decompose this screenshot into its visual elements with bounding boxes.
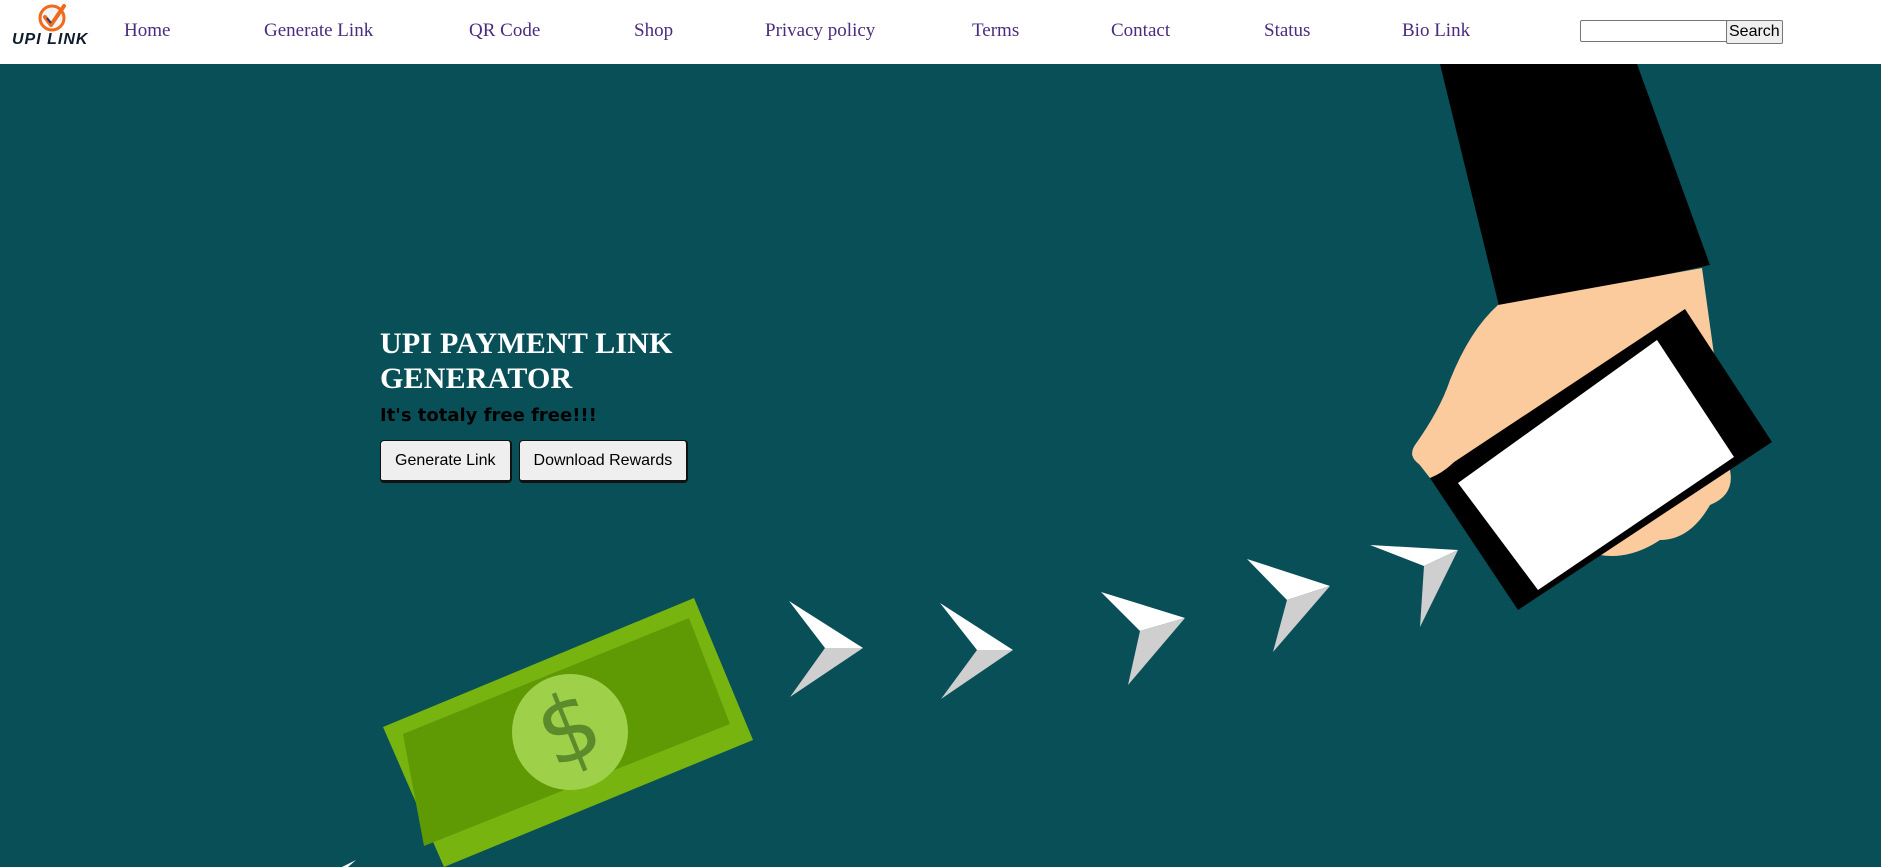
generate-link-button[interactable]: Generate Link bbox=[380, 440, 512, 483]
nav-terms[interactable]: Terms bbox=[972, 20, 1019, 42]
search-button[interactable]: Search bbox=[1726, 20, 1783, 44]
hand-holding-phone-icon bbox=[1412, 64, 1772, 610]
nav-bio-link[interactable]: Bio Link bbox=[1402, 20, 1470, 42]
hero-content: UPI PAYMENT LINK GENERATOR It's totaly f… bbox=[380, 326, 840, 483]
paper-plane-arrow-icon bbox=[1101, 592, 1185, 685]
nav-home[interactable]: Home bbox=[124, 20, 170, 42]
top-navbar: UPI LINK Home Generate Link QR Code Shop… bbox=[0, 0, 1881, 64]
hero-subtitle: It's totaly free free!!! bbox=[380, 405, 597, 426]
nav-shop[interactable]: Shop bbox=[634, 20, 673, 42]
search-input[interactable] bbox=[1580, 20, 1730, 42]
nav-qr-code[interactable]: QR Code bbox=[469, 20, 540, 42]
paper-plane-arrow-icon bbox=[940, 603, 1013, 699]
download-rewards-button[interactable]: Download Rewards bbox=[518, 440, 689, 483]
dollar-bill-icon: $ bbox=[383, 598, 753, 867]
paper-plane-arrow-icon bbox=[1370, 545, 1458, 627]
hero-title: UPI PAYMENT LINK GENERATOR bbox=[380, 327, 673, 395]
nav-generate-link[interactable]: Generate Link bbox=[264, 20, 373, 42]
nav-status[interactable]: Status bbox=[1264, 20, 1310, 42]
nav-contact[interactable]: Contact bbox=[1111, 20, 1170, 42]
paper-plane-arrow-icon bbox=[789, 601, 863, 697]
nav-privacy-policy[interactable]: Privacy policy bbox=[765, 20, 875, 42]
hero-illustration: $ bbox=[342, 64, 1772, 867]
site-logo[interactable]: UPI LINK bbox=[8, 3, 92, 53]
logo-checkmark-icon bbox=[38, 4, 66, 32]
logo-text: UPI LINK bbox=[12, 31, 89, 48]
hero-button-group: Generate Link Download Rewards bbox=[380, 440, 840, 483]
paper-plane-arrow-icon bbox=[1247, 559, 1330, 652]
paper-plane-arrow-icon bbox=[342, 860, 356, 867]
